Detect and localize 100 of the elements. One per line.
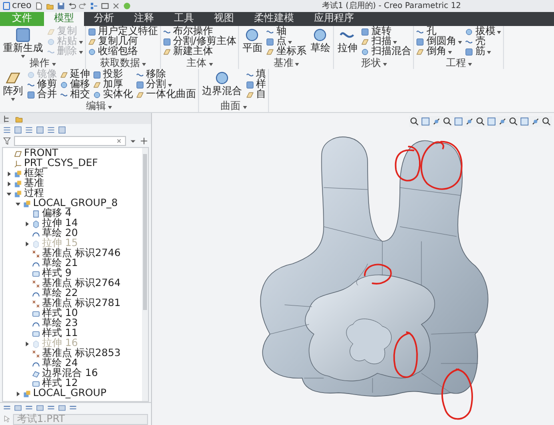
ribbon-button[interactable]: 点 [266, 37, 306, 47]
tree-item[interactable]: PRT_CSYS_DEF [24, 159, 98, 169]
close-window-icon[interactable] [112, 2, 120, 10]
layout-icon[interactable] [58, 404, 66, 412]
expand-arrow-icon[interactable] [15, 201, 21, 207]
ribbon-button[interactable]: 加厚 [93, 80, 133, 90]
tree-item[interactable]: LOCAL_GROUP [33, 389, 106, 399]
list-icon[interactable] [47, 126, 55, 134]
ribbon-button[interactable]: 复制几何 [88, 37, 158, 47]
tree-item[interactable]: 基准点 标识2853 [42, 349, 121, 359]
tree-item[interactable]: 草绘 22 [42, 289, 78, 299]
ribbon-button[interactable]: 重新生成 [2, 27, 44, 58]
ribbon-button[interactable]: 延伸 [60, 70, 90, 80]
tree-item[interactable]: 草绘 21 [42, 259, 78, 269]
ribbon-button[interactable]: 壳 [465, 37, 502, 47]
group-label[interactable]: 基准 [273, 59, 294, 69]
ribbon-button[interactable]: 填 [246, 70, 266, 80]
ribbon-button[interactable]: 布尔操作 [163, 27, 236, 37]
ribbon-button[interactable]: 拔模 [465, 27, 502, 37]
ribbon-button[interactable]: 相交 [60, 90, 90, 100]
tree-item[interactable]: 基准 [24, 179, 44, 189]
ribbon-button[interactable]: 偏移 [60, 80, 90, 90]
tree-item[interactable]: FRONT [24, 149, 58, 159]
layout-icon[interactable] [47, 404, 55, 412]
expand-arrow-icon[interactable] [6, 171, 12, 177]
expand-arrow-icon[interactable] [6, 181, 12, 187]
status-icon[interactable] [122, 2, 130, 10]
ribbon-button[interactable]: 实体化 [93, 90, 133, 100]
regenerate-icon[interactable] [90, 2, 98, 10]
tree-item[interactable]: 基准点 标识2764 [42, 279, 121, 289]
ribbon-button[interactable]: 分割/修剪主体 [163, 37, 236, 47]
clear-icon[interactable] [115, 137, 123, 145]
group-label[interactable]: 曲面 [220, 102, 240, 112]
group-label[interactable]: 操作 [30, 59, 50, 69]
ribbon-button[interactable]: 扫描混合 [361, 47, 412, 57]
ribbon-button[interactable]: 边界混合 [201, 70, 243, 97]
ribbon-button[interactable]: 草绘 [309, 27, 332, 54]
ribbon-button[interactable]: 孔 [416, 27, 462, 37]
expand-arrow-icon[interactable] [15, 391, 21, 397]
ribbon-button[interactable]: 拉伸 [336, 27, 358, 54]
tab[interactable]: 分析 [84, 12, 124, 26]
ribbon-button[interactable]: 自 [246, 90, 266, 100]
tree-item[interactable]: 基准点 标识2781 [42, 299, 121, 309]
tree-item[interactable]: 框架 [24, 169, 44, 179]
redo-icon[interactable] [78, 2, 86, 10]
ribbon-button[interactable]: 修剪 [27, 80, 57, 90]
ribbon-button[interactable]: 合并 [27, 90, 57, 100]
zoom-icon[interactable] [443, 117, 452, 126]
tree-item[interactable]: 基准点 标识2746 [42, 249, 121, 259]
ribbon-button[interactable]: 阵列 [2, 70, 24, 101]
ribbon-button[interactable]: 扫描 [361, 37, 412, 47]
ribbon-button[interactable]: 一体化曲面 [136, 90, 196, 100]
open-folder-icon[interactable] [46, 2, 54, 10]
ribbon-button[interactable]: 倒角 [416, 47, 462, 57]
tab[interactable]: 注释 [124, 12, 164, 26]
tree-item[interactable]: 样式 9 [42, 269, 72, 279]
ribbon-button[interactable]: 旋转 [361, 27, 412, 37]
tree-item[interactable]: LOCAL_GROUP_8 [33, 199, 118, 209]
group-label[interactable]: 形状 [360, 59, 381, 69]
tab[interactable]: 工具 [164, 12, 204, 26]
tree-item[interactable]: 样式 12 [42, 379, 78, 389]
scrollbar[interactable] [142, 148, 148, 401]
tree-item[interactable]: 草绘 20 [42, 229, 78, 239]
group-label[interactable]: 编辑 [86, 102, 106, 112]
refit-icon[interactable] [410, 117, 419, 126]
tree-item[interactable]: 边界混合 16 [42, 369, 98, 379]
ribbon-button[interactable]: 平面 [241, 27, 264, 54]
layout-icon[interactable] [36, 404, 44, 412]
window-icon[interactable] [100, 2, 108, 10]
ribbon-button[interactable]: 新建主体 [163, 47, 236, 57]
group-label[interactable]: 主体 [186, 59, 207, 69]
scrollbar-thumb[interactable] [143, 154, 147, 310]
ribbon-button[interactable]: 样 [246, 80, 266, 90]
dropdown-icon[interactable] [129, 137, 137, 145]
pointer-icon[interactable] [3, 415, 11, 423]
tab[interactable]: 视图 [204, 12, 244, 26]
add-icon[interactable] [140, 137, 148, 145]
tree-item[interactable]: 样式 10 [42, 309, 78, 319]
ribbon-button[interactable]: 移除 [136, 70, 196, 80]
tab[interactable]: 应用程序 [304, 12, 364, 26]
ribbon-button[interactable]: 筋 [465, 47, 502, 57]
expand-arrow-icon[interactable] [24, 221, 30, 227]
ribbon-button[interactable]: 坐标系 [266, 47, 306, 57]
ribbon-button[interactable]: 收缩包络 [88, 47, 158, 57]
tab[interactable]: 柔性建模 [244, 12, 304, 26]
group-label[interactable]: 工程 [446, 59, 466, 69]
save-icon[interactable] [56, 2, 64, 10]
ribbon-button[interactable]: 投影 [93, 70, 133, 80]
tab[interactable]: 模型 [44, 12, 84, 26]
undo-icon[interactable] [68, 2, 76, 10]
ribbon-button[interactable]: 用户定义特征 [88, 27, 158, 37]
ribbon-button[interactable]: 倒圆角 [416, 37, 462, 47]
new-file-icon[interactable] [34, 2, 42, 10]
search-field[interactable] [14, 136, 126, 146]
model-tree-icon[interactable] [3, 114, 11, 122]
tree-item[interactable]: 偏移 4 [42, 209, 72, 219]
tree-item[interactable]: 过程 [24, 189, 44, 199]
tree-item[interactable]: 草绘 23 [42, 319, 78, 329]
tree-item[interactable]: 拉伸 14 [42, 219, 78, 229]
ribbon-button[interactable]: 分割 [136, 80, 196, 90]
